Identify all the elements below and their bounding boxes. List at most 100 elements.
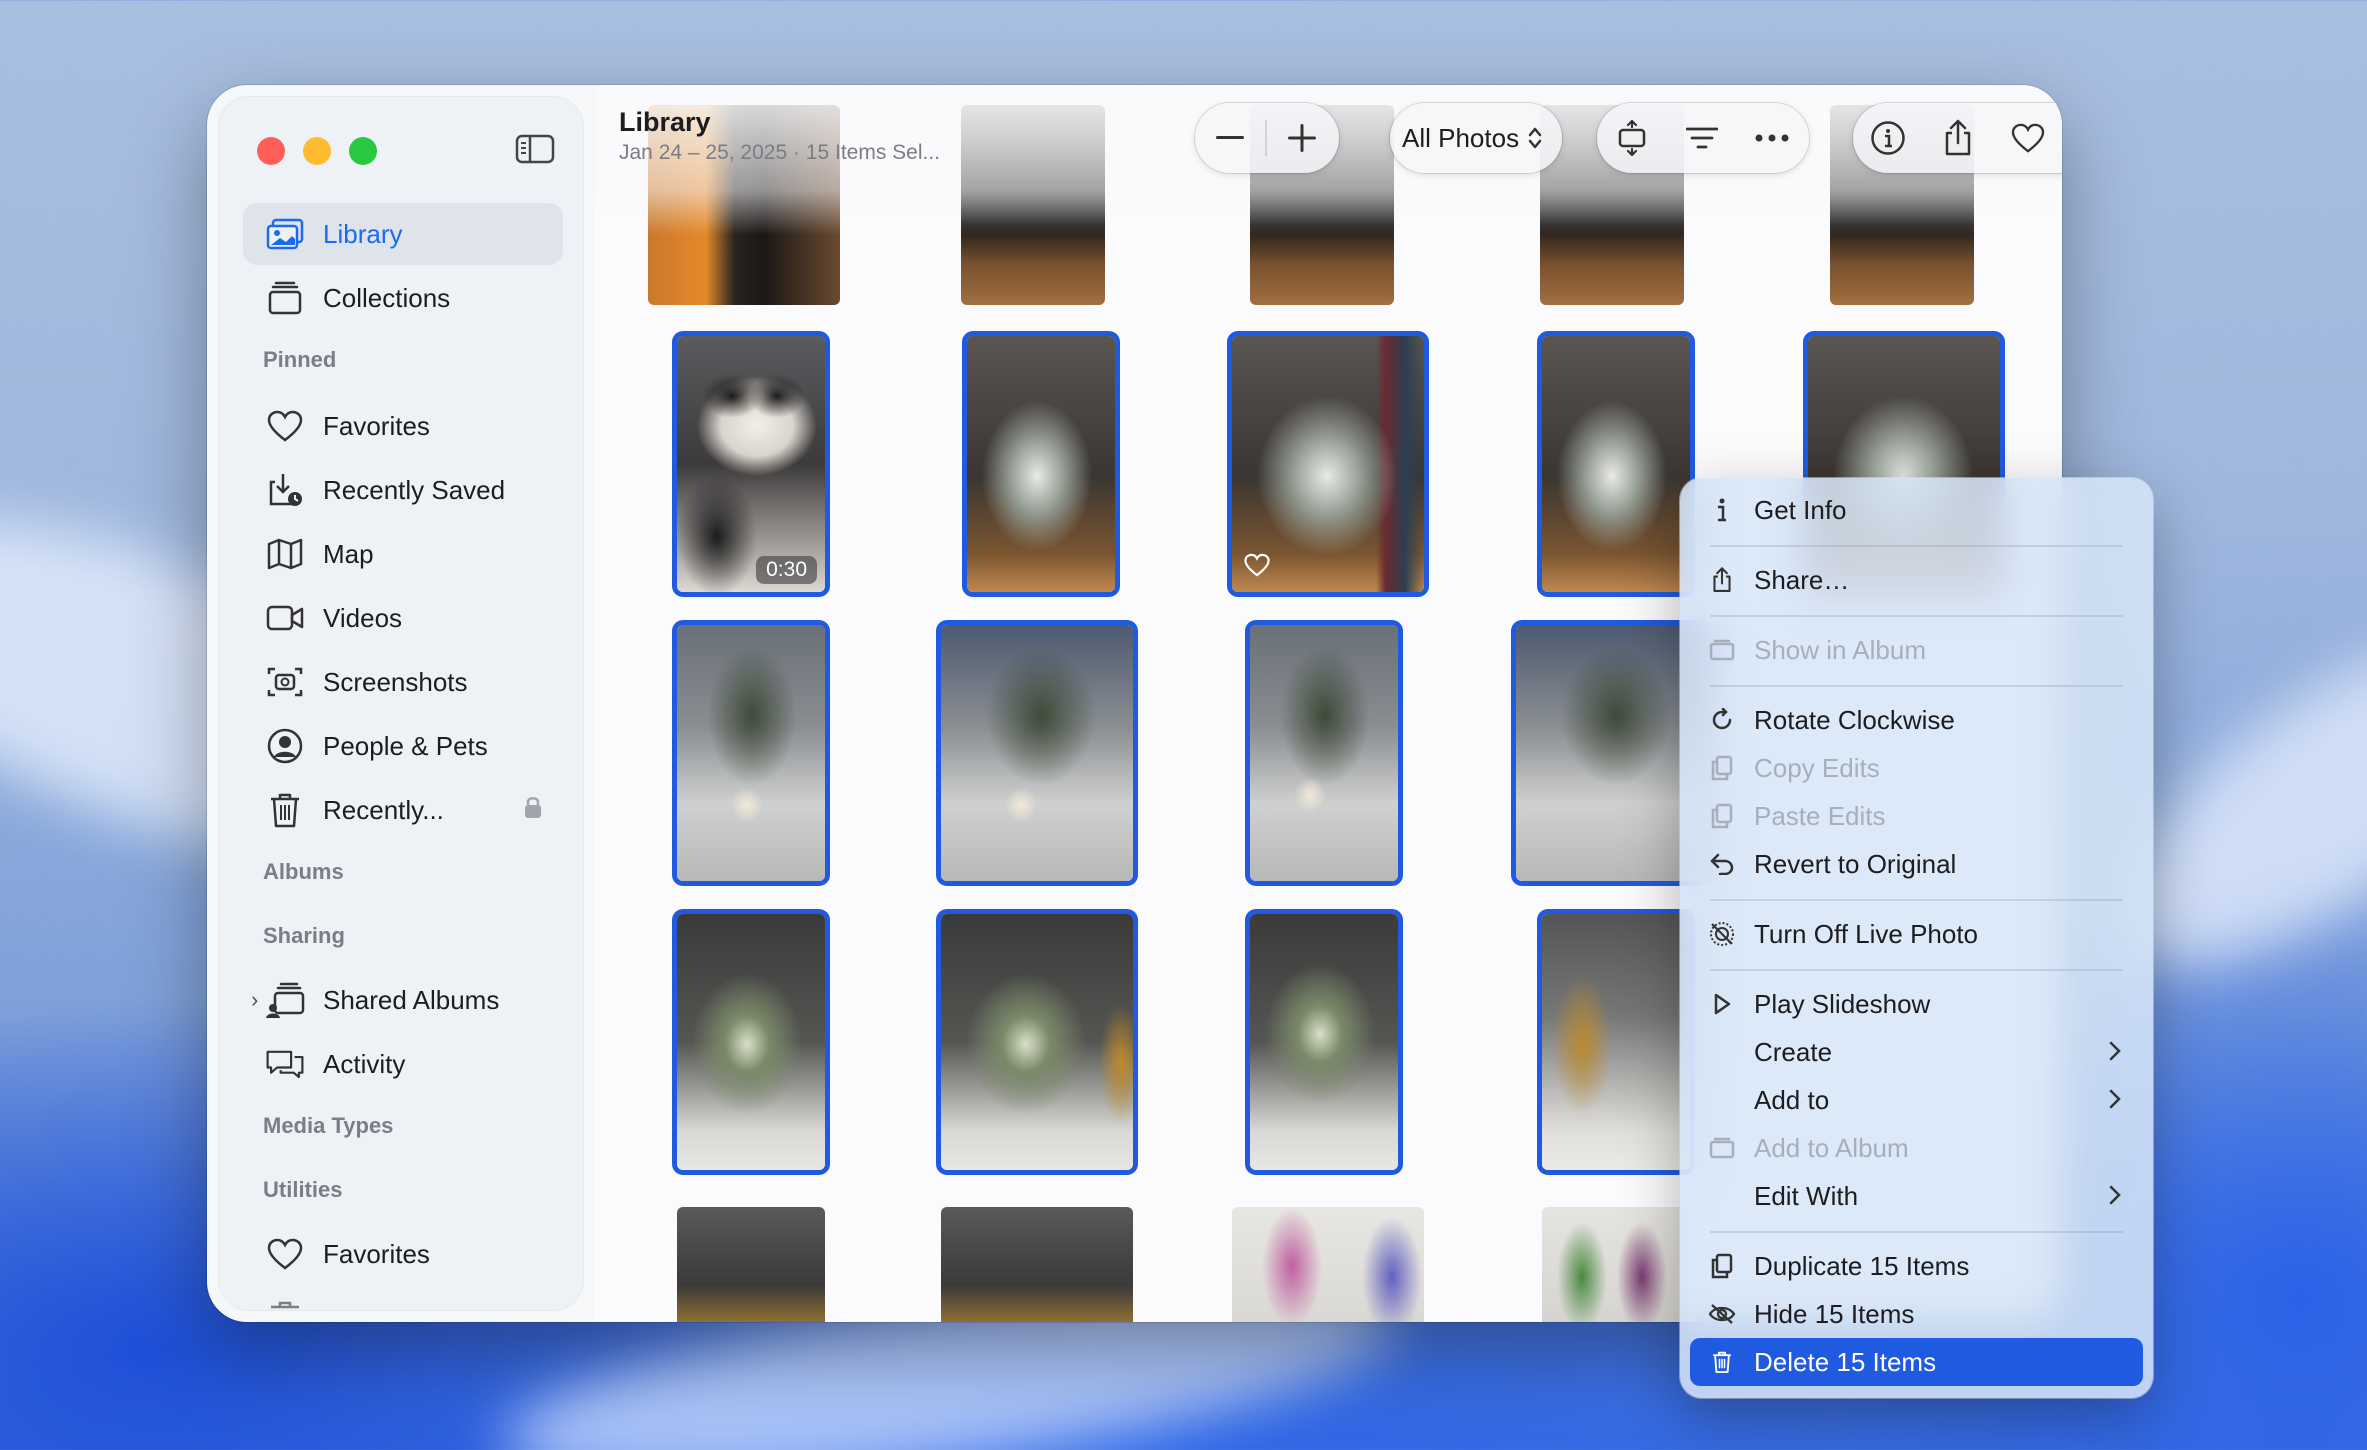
menu-item-copy-edits: Copy Edits [1690,746,2143,790]
sidebar-item-label: Collections [323,282,451,313]
sidebar-item-videos[interactable]: Videos [243,587,563,649]
chevron-right-icon[interactable]: › [251,987,258,1013]
menu-separator [1710,969,2123,971]
menu-separator [1710,1231,2123,1233]
sidebar-item-shared-albums[interactable]: › Shared Albums [243,969,563,1031]
sidebar-item-label: Library [323,218,403,249]
menu-item-label: Paste Edits [1754,800,1886,831]
photo-thumbnail-selected[interactable] [1250,625,1398,881]
photo-thumbnail[interactable] [941,1207,1133,1322]
view-filter-label: All Photos [1402,122,1520,153]
chevron-right-icon [2109,1037,2121,1068]
menu-item-label: Share… [1754,564,1850,595]
ellipsis-icon [1755,134,1789,142]
menu-item-hide[interactable]: Hide 15 Items [1690,1292,2143,1336]
zoom-control [1195,103,1339,173]
info-icon [1871,121,1905,155]
sidebar-item-favorites[interactable]: Favorites [243,395,563,457]
menu-item-share[interactable]: Share… [1690,558,2143,602]
photo-thumbnail-selected[interactable] [941,914,1133,1170]
share-icon [1945,119,1971,156]
photo-thumbnail[interactable] [1542,1207,1690,1322]
zoom-out-button[interactable] [1195,103,1265,173]
photo-thumbnail-selected[interactable] [677,914,825,1170]
zoom-in-button[interactable] [1267,103,1337,173]
favorite-heart-icon [1244,553,1270,582]
section-header-albums[interactable]: Albums [263,859,344,885]
plus-icon [1288,124,1316,152]
photo-thumbnail-selected[interactable] [1542,914,1690,1170]
aspect-ratio-button[interactable] [1597,103,1667,173]
menu-item-edit-with[interactable]: Edit With [1690,1174,2143,1218]
menu-item-paste-edits: Paste Edits [1690,794,2143,838]
menu-item-label: Add to [1754,1084,1830,1115]
menu-item-rotate-clockwise[interactable]: Rotate Clockwise [1690,698,2143,742]
menu-item-label: Create [1754,1036,1833,1067]
menu-item-label: Turn Off Live Photo [1754,918,1979,949]
photo-thumbnail-selected[interactable] [1542,336,1690,592]
sidebar: Library Collections Pinned Favorites Rec… [219,97,583,1310]
sidebar-item-library[interactable]: Library [243,203,563,265]
map-icon [265,534,305,574]
photo-thumbnail-selected[interactable] [1232,336,1424,592]
section-header-utilities: Utilities [263,1177,343,1202]
chevron-updown-icon [1528,127,1542,149]
copy-icon [1704,755,1740,781]
more-button[interactable] [1737,103,1807,173]
sidebar-item-screenshots[interactable]: Screenshots [243,651,563,713]
sidebar-item-utilities-favorites[interactable]: Favorites [243,1223,563,1285]
paste-icon [1704,803,1740,829]
album-add-icon [1704,1137,1740,1159]
view-filter-select[interactable]: All Photos [1390,103,1562,173]
live-photo-off-icon [1704,921,1740,947]
menu-item-label: Hide 15 Items [1754,1298,1915,1329]
menu-item-play-slideshow[interactable]: Play Slideshow [1690,982,2143,1026]
sidebar-item-collections[interactable]: Collections [243,267,563,329]
photo-thumbnail-selected[interactable] [967,336,1115,592]
photo-thumbnail-selected[interactable]: 0:30 [677,336,825,592]
menu-item-label: Show in Album [1754,634,1926,665]
filter-icon [1686,127,1718,149]
photo-thumbnail-selected[interactable] [677,625,825,881]
sidebar-item-label: Recently Saved [323,474,506,505]
photo-thumbnail-selected[interactable] [941,625,1133,881]
menu-item-label: Edit With [1754,1180,1859,1211]
favorite-button[interactable] [1993,103,2062,173]
menu-item-add-to[interactable]: Add to [1690,1078,2143,1122]
collections-icon [265,278,305,318]
minimize-window-button[interactable] [303,137,331,165]
menu-item-revert-to-original[interactable]: Revert to Original [1690,842,2143,886]
trash-icon [265,790,305,830]
sidebar-item-people-pets[interactable]: People & Pets [243,715,563,777]
info-button[interactable] [1853,103,1923,173]
filter-button[interactable] [1667,103,1737,173]
sidebar-item-recently-saved[interactable]: Recently Saved [243,459,563,521]
photo-thumbnail[interactable] [677,1207,825,1322]
aspect-ratio-icon [1618,120,1646,156]
menu-item-duplicate[interactable]: Duplicate 15 Items [1690,1244,2143,1288]
video-duration-badge: 0:30 [756,556,817,584]
menu-separator [1710,615,2123,617]
menu-item-create[interactable]: Create [1690,1030,2143,1074]
page-title: Library [619,107,711,137]
menu-item-get-info[interactable]: Get Info [1690,488,2143,532]
menu-item-delete[interactable]: Delete 15 Items [1690,1338,2143,1386]
chevron-right-icon [2109,1181,2121,1212]
sidebar-toggle-button[interactable] [515,133,555,165]
share-button[interactable] [1923,103,1993,173]
photo-thumbnail-selected[interactable] [1250,914,1398,1170]
menu-item-turn-off-live-photo[interactable]: Turn Off Live Photo [1690,912,2143,956]
person-icon [265,726,305,766]
sidebar-item-activity[interactable]: Activity [243,1033,563,1095]
close-window-button[interactable] [257,137,285,165]
section-header-sharing: Sharing [263,923,345,948]
photo-thumbnail[interactable] [1232,1207,1424,1322]
menu-item-label: Get Info [1754,494,1847,525]
sidebar-item-recently-deleted[interactable]: Recently... [243,779,563,841]
sidebar-item-map[interactable]: Map [243,523,563,585]
sidebar-item-label: Activity [323,1048,406,1079]
view-tools [1597,103,1809,173]
section-header-media-types[interactable]: Media Types [263,1113,393,1139]
zoom-window-button[interactable] [349,137,377,165]
sidebar-item-partial[interactable] [243,1287,563,1310]
